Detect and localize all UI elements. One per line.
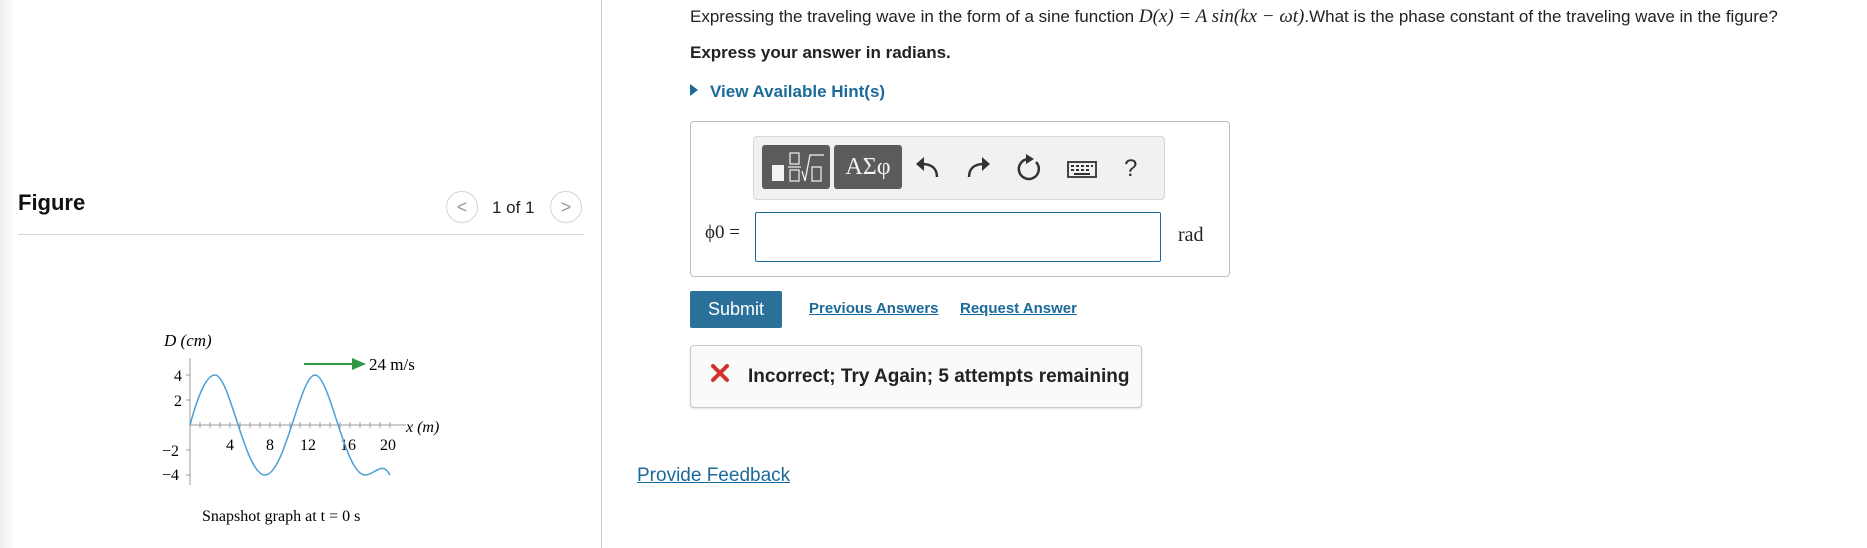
- figure-next-button[interactable]: >: [550, 191, 582, 223]
- feedback-message-box: Incorrect; Try Again; 5 attempts remaini…: [690, 345, 1142, 408]
- answer-panel: ΑΣφ ? ϕ0 = rad: [690, 121, 1230, 277]
- phase-constant-input[interactable]: [755, 212, 1161, 262]
- y-ticks: [186, 374, 190, 476]
- panel-divider: [601, 0, 602, 548]
- x-tick-label-4: 4: [226, 437, 234, 454]
- figure-title: Figure: [18, 190, 86, 215]
- previous-answers-link[interactable]: Previous Answers: [809, 300, 939, 317]
- graph-caption: Snapshot graph at t = 0 s: [202, 508, 360, 525]
- undo-icon[interactable]: [910, 151, 946, 187]
- math-toolbar: ΑΣφ ?: [753, 136, 1165, 200]
- graph-x-axis-label: x (m): [405, 419, 439, 436]
- request-answer-link[interactable]: Request Answer: [960, 300, 1077, 317]
- unit-label: rad: [1178, 224, 1204, 246]
- reset-icon[interactable]: [1010, 151, 1046, 187]
- submit-button[interactable]: Submit: [690, 291, 782, 328]
- graph-y-axis-label: D (cm): [163, 331, 212, 350]
- figure-prev-button[interactable]: <: [446, 191, 478, 223]
- greek-symbols-button[interactable]: ΑΣφ: [834, 145, 902, 189]
- y-tick-label-2: 2: [174, 393, 182, 410]
- question-text: Expressing the traveling wave in the for…: [690, 6, 1778, 28]
- x-tick-label-8: 8: [266, 437, 274, 454]
- view-hints-toggle[interactable]: View Available Hint(s): [690, 82, 885, 102]
- phase-constant-label: ϕ0 =: [705, 222, 740, 243]
- provide-feedback-link[interactable]: Provide Feedback: [637, 465, 790, 487]
- left-shadow: [0, 0, 16, 548]
- figure-divider: [18, 234, 584, 235]
- answer-instruction: Express your answer in radians.: [690, 43, 951, 62]
- velocity-arrow-head: [352, 358, 366, 370]
- graph-velocity-label: 24 m/s: [369, 355, 415, 374]
- keyboard-icon[interactable]: [1064, 151, 1100, 187]
- question-formula: D(x) = A sin(kx − ωt): [1138, 6, 1305, 27]
- question-prefix: Expressing the traveling wave in the for…: [690, 7, 1139, 26]
- templates-icon: [772, 152, 824, 182]
- error-x-icon: [711, 364, 729, 382]
- y-tick-label-4: 4: [174, 368, 182, 385]
- hint-label: View Available Hint(s): [710, 82, 886, 101]
- feedback-text: Incorrect; Try Again; 5 attempts remaini…: [748, 366, 1130, 387]
- y-tick-label-neg2: −2: [162, 443, 179, 460]
- redo-icon[interactable]: [960, 151, 996, 187]
- x-tick-label-12: 12: [300, 437, 316, 454]
- y-tick-label-neg4: −4: [162, 467, 179, 484]
- templates-button[interactable]: [762, 145, 830, 189]
- x-tick-label-20: 20: [380, 437, 396, 454]
- wave-snapshot-graph: D (cm) 24 m/s 4 2 −2 −4 4 8 12 16 20 x (…: [162, 331, 439, 525]
- question-suffix: .What is the phase constant of the trave…: [1304, 7, 1778, 26]
- expand-triangle-icon: [690, 84, 698, 96]
- help-button[interactable]: ?: [1124, 155, 1137, 183]
- figure-pager: 1 of 1: [492, 198, 535, 217]
